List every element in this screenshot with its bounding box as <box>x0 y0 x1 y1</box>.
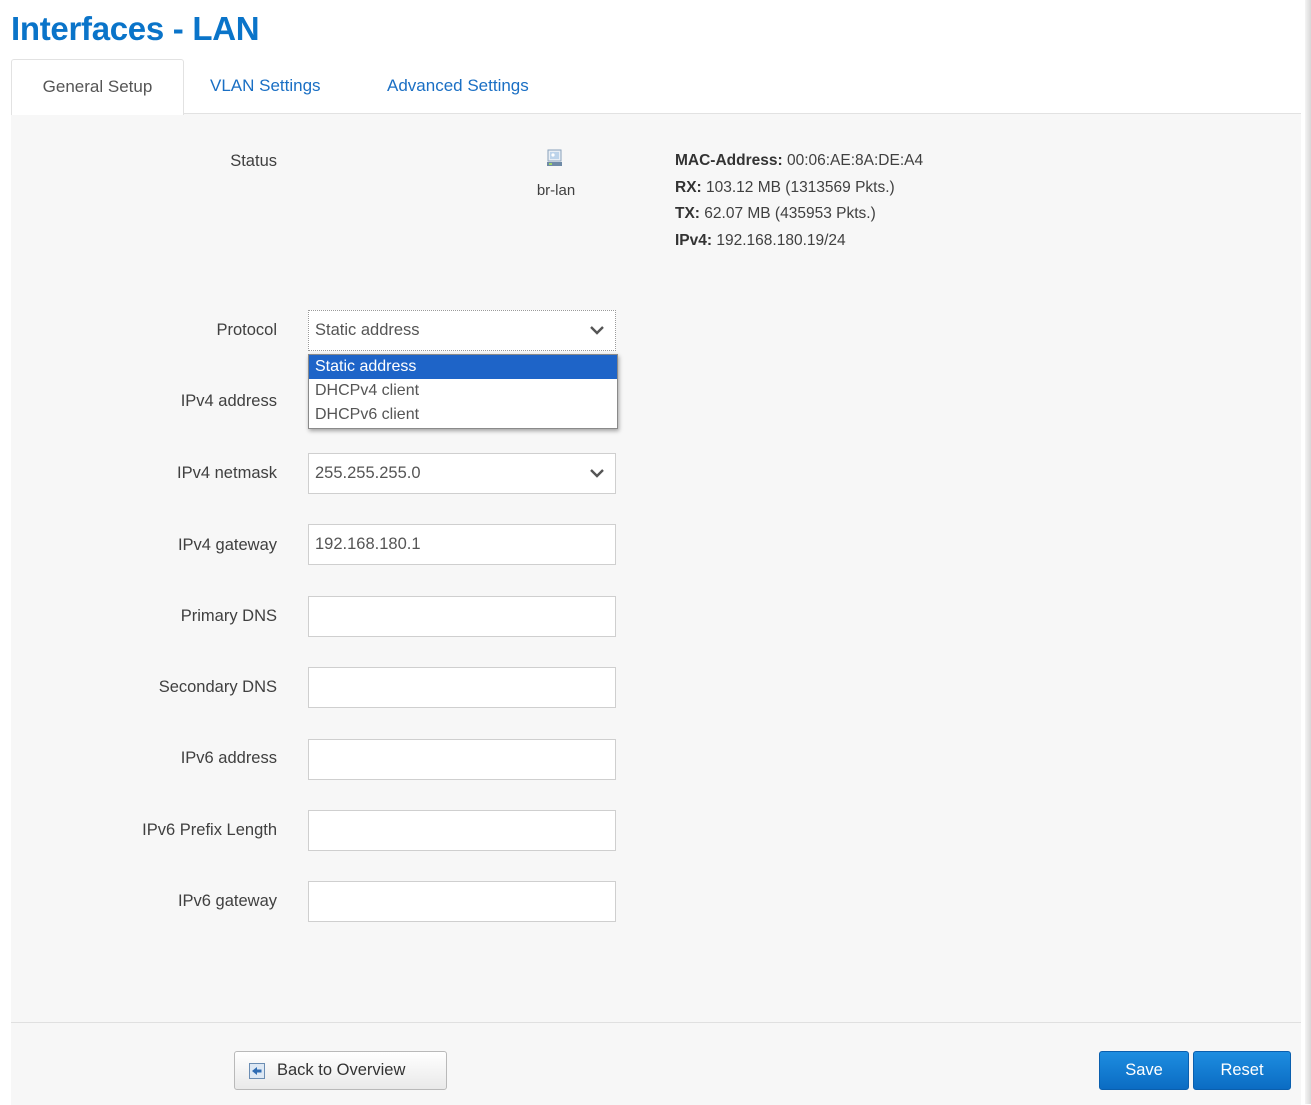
mac-address-label: MAC-Address: <box>675 152 783 169</box>
status-label: Status <box>230 152 277 170</box>
ipv6-gateway-label: IPv6 gateway <box>177 892 277 910</box>
ipv4-gateway-input[interactable]: 192.168.180.1 <box>308 524 616 565</box>
network-interface-icon <box>547 149 562 166</box>
back-to-overview-button[interactable]: Back to Overview <box>234 1051 447 1090</box>
ipv6-address-input[interactable] <box>308 739 616 780</box>
mac-address-value: 00:06:AE:8A:DE:A4 <box>782 152 924 169</box>
protocol-option-dhcpv4[interactable]: DHCPv4 client <box>309 379 617 403</box>
protocol-select[interactable]: Static address <box>308 310 616 351</box>
ipv4-value: 192.168.180.19/24 <box>712 231 846 249</box>
protocol-option-dhcpv6[interactable]: DHCPv6 client <box>309 403 617 427</box>
ipv6-address-label: IPv6 address <box>180 749 277 767</box>
primary-dns-label: Primary DNS <box>180 607 277 625</box>
ipv4-line: IPv4: 192.168.180.19/24 <box>675 228 923 255</box>
rx-line: RX: 103.12 MB (1313569 Pkts.) <box>675 175 923 202</box>
protocol-select-value: Static address <box>315 321 420 339</box>
ipv4-netmask-value: 255.255.255.0 <box>315 464 421 482</box>
ipv4-netmask-select[interactable]: 255.255.255.0 <box>308 453 616 494</box>
tx-line: TX: 62.07 MB (435953 Pkts.) <box>675 201 923 228</box>
tab-bar: General Setup VLAN Settings Advanced Set… <box>11 59 1301 115</box>
ipv4-label: IPv4: <box>675 231 713 249</box>
page: Interfaces - LAN General Setup VLAN Sett… <box>0 0 1311 1105</box>
status-info: MAC-Address: 00:06:AE:8A:DE:A4 RX: 103.1… <box>675 148 923 254</box>
ipv4-gateway-value: 192.168.180.1 <box>315 535 421 553</box>
primary-dns-input[interactable] <box>308 596 616 637</box>
ipv4-address-label: IPv4 address <box>180 392 277 410</box>
protocol-label: Protocol <box>216 321 277 339</box>
back-to-overview-label: Back to Overview <box>277 1061 406 1079</box>
page-title: Interfaces - LAN <box>11 10 260 47</box>
interface-name: br-lan <box>536 182 576 199</box>
ipv6-prefix-length-input[interactable] <box>308 810 616 851</box>
tx-label: TX: <box>675 205 700 222</box>
ipv4-netmask-label: IPv4 netmask <box>177 464 277 482</box>
save-button[interactable]: Save <box>1099 1051 1189 1090</box>
reset-button[interactable]: Reset <box>1193 1051 1291 1090</box>
ipv6-prefix-length-label: IPv6 Prefix Length <box>142 821 277 839</box>
chevron-down-icon <box>590 469 604 478</box>
secondary-dns-input[interactable] <box>308 667 616 708</box>
ipv6-gateway-input[interactable] <box>308 881 616 922</box>
secondary-dns-label: Secondary DNS <box>158 678 277 696</box>
tab-general-setup[interactable]: General Setup <box>11 59 184 115</box>
ipv4-gateway-label: IPv4 gateway <box>177 536 277 554</box>
general-setup-panel: Status br-lan MAC-Address: 00:06:AE:8A:D… <box>11 113 1301 1105</box>
tx-value: 62.07 MB (435953 Pkts.) <box>699 205 876 222</box>
footer-divider <box>11 1022 1301 1023</box>
chevron-down-icon <box>590 326 604 335</box>
tab-advanced-settings[interactable]: Advanced Settings <box>387 59 529 113</box>
protocol-dropdown-list: Static address DHCPv4 client DHCPv6 clie… <box>308 354 618 429</box>
rx-value: 103.12 MB (1313569 Pkts.) <box>701 178 895 196</box>
back-arrow-icon <box>249 1063 265 1079</box>
tab-vlan-settings[interactable]: VLAN Settings <box>210 59 321 113</box>
page-edge-shadow <box>1305 0 1311 1104</box>
protocol-option-static[interactable]: Static address <box>309 355 617 379</box>
mac-address-line: MAC-Address: 00:06:AE:8A:DE:A4 <box>675 148 923 175</box>
rx-label: RX: <box>675 178 702 196</box>
